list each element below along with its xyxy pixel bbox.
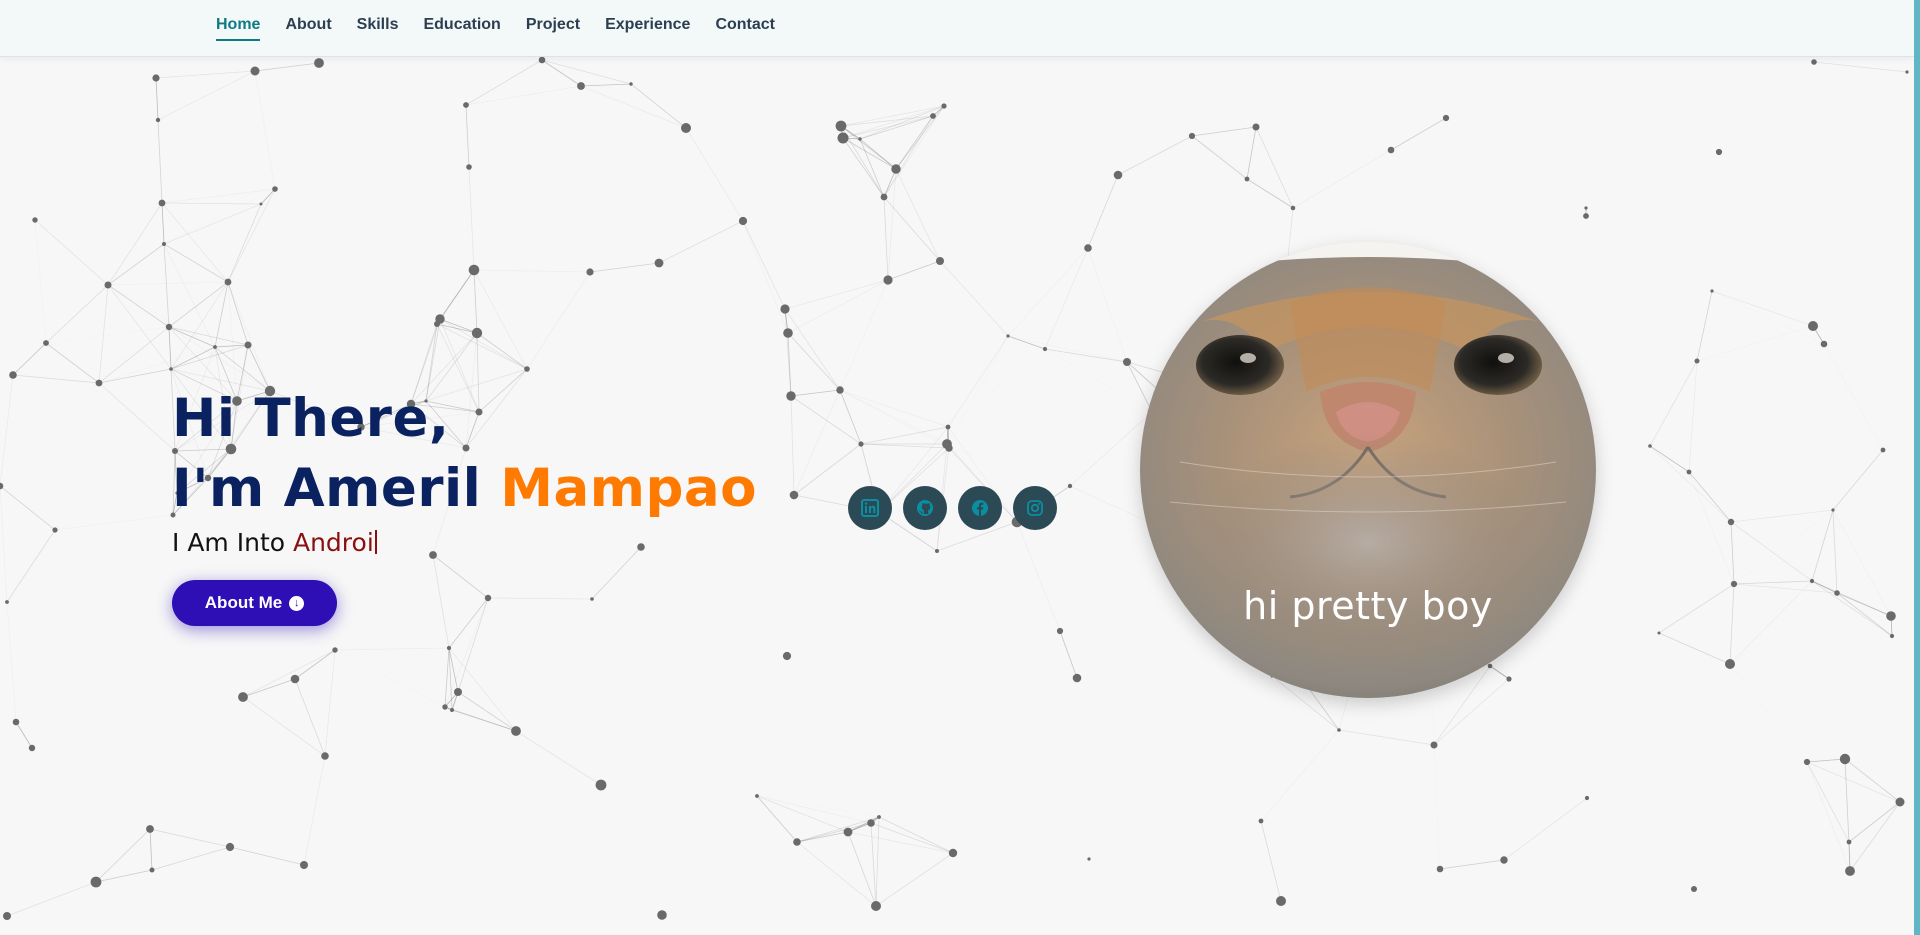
linkedin-button[interactable]: [848, 486, 892, 530]
nav-item-about[interactable]: About: [285, 0, 331, 50]
cat-photo: [1140, 242, 1596, 698]
nav-item-home[interactable]: Home: [216, 0, 261, 50]
about-me-button[interactable]: About Me ↓: [172, 580, 337, 626]
hero-name-prefix: I'm Ameril: [172, 458, 501, 519]
nav-item-contact[interactable]: Contact: [715, 0, 775, 50]
typing-text: I Am Into Androi: [172, 528, 377, 557]
navbar: Home About Skills Education Project Expe…: [0, 0, 1914, 57]
instagram-button[interactable]: [1013, 486, 1057, 530]
scrollbar-edge[interactable]: [1914, 0, 1920, 935]
nav-item-experience[interactable]: Experience: [605, 0, 690, 50]
hero-name-accent: Mampao: [500, 458, 758, 519]
facebook-icon: [972, 500, 988, 516]
nav-item-education[interactable]: Education: [423, 0, 500, 50]
social-links: [848, 486, 1057, 530]
github-icon: [917, 500, 933, 516]
linkedin-icon: [861, 499, 879, 517]
hero-greeting: Hi There,: [172, 388, 450, 449]
github-button[interactable]: [903, 486, 947, 530]
avatar-caption: hi pretty boy: [1243, 584, 1493, 628]
nav-item-project[interactable]: Project: [526, 0, 580, 50]
profile-avatar: hi pretty boy: [1140, 242, 1596, 698]
hero-heading: Hi There, I'm Ameril Mampao: [172, 384, 757, 524]
nav-item-skills[interactable]: Skills: [357, 0, 399, 50]
hero-name-line: I'm Ameril Mampao: [172, 454, 757, 524]
typing-prefix: I Am Into: [172, 528, 293, 557]
arrow-circle-down-icon: ↓: [289, 595, 305, 611]
facebook-button[interactable]: [958, 486, 1002, 530]
typing-caret: [374, 530, 377, 554]
instagram-icon: [1027, 500, 1043, 516]
nav-links: Home About Skills Education Project Expe…: [216, 0, 800, 50]
typing-value: Androi: [292, 528, 374, 557]
about-me-label: About Me: [204, 593, 283, 612]
